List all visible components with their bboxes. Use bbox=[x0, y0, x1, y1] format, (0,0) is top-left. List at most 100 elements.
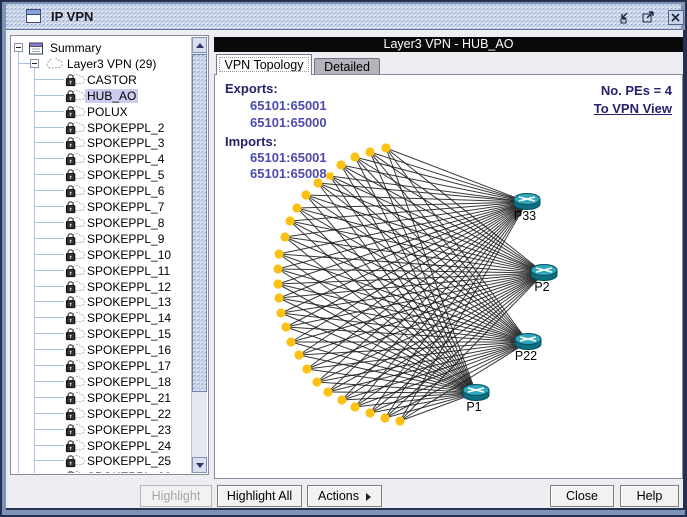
window-icon bbox=[26, 9, 41, 23]
site-node[interactable] bbox=[273, 264, 282, 273]
router-node-p22[interactable]: P22 bbox=[515, 334, 541, 364]
tree-item-spokeppl_10[interactable]: SPOKEPPL_10 bbox=[12, 247, 192, 263]
export-rt-1: 65101:65001 bbox=[250, 98, 327, 113]
tree-item-label: SPOKEPPL_16 bbox=[85, 343, 173, 357]
site-node[interactable] bbox=[336, 160, 345, 169]
tree-item-spokeppl_2[interactable]: SPOKEPPL_2 bbox=[12, 120, 192, 136]
router-label: P2 bbox=[534, 280, 549, 294]
scroll-down-button[interactable] bbox=[192, 457, 207, 473]
tree-item-spokeppl_22[interactable]: SPOKEPPL_22 bbox=[12, 406, 192, 422]
tree-item-layer3-vpn[interactable]: Layer3 VPN (29) bbox=[12, 56, 192, 72]
site-node[interactable] bbox=[380, 413, 389, 422]
tree-item-spokeppl_9[interactable]: SPOKEPPL_9 bbox=[12, 231, 192, 247]
site-node[interactable] bbox=[365, 147, 374, 156]
tree-item-label: SPOKEPPL_12 bbox=[85, 280, 173, 294]
vpn-tree[interactable]: Summary Layer3 VPN (29) CASTOR HUB_AO POL… bbox=[12, 37, 192, 473]
site-node[interactable] bbox=[294, 350, 303, 359]
tree-item-summary[interactable]: Summary bbox=[12, 40, 192, 56]
tree-item-hub_ao[interactable]: HUB_AO bbox=[12, 88, 192, 104]
actions-button[interactable]: Actions bbox=[307, 485, 382, 507]
site-node[interactable] bbox=[274, 249, 283, 258]
site-node[interactable] bbox=[281, 322, 290, 331]
tree-item-spokeppl_15[interactable]: SPOKEPPL_15 bbox=[12, 326, 192, 342]
site-node[interactable] bbox=[286, 337, 295, 346]
tree-item-spokeppl_25[interactable]: SPOKEPPL_25 bbox=[12, 453, 192, 469]
tree-item-spokeppl_5[interactable]: SPOKEPPL_5 bbox=[12, 167, 192, 183]
close-window-icon[interactable] bbox=[668, 10, 684, 25]
site-node[interactable] bbox=[381, 143, 390, 152]
tab-vpn-topology[interactable]: VPN Topology bbox=[216, 54, 312, 75]
site-node[interactable] bbox=[292, 203, 301, 212]
window-title: IP VPN bbox=[51, 9, 93, 24]
arrow-down-icon bbox=[196, 463, 204, 468]
site-node[interactable] bbox=[323, 387, 332, 396]
tree-item-label: SPOKEPPL_14 bbox=[85, 311, 173, 325]
tree-item-spokeppl_11[interactable]: SPOKEPPL_11 bbox=[12, 263, 192, 279]
site-node[interactable] bbox=[327, 173, 334, 180]
highlight-button[interactable]: Highlight bbox=[140, 485, 212, 507]
collapse-toggle[interactable] bbox=[30, 59, 39, 68]
site-node[interactable] bbox=[280, 232, 289, 241]
site-node[interactable] bbox=[274, 293, 283, 302]
collapse-toggle[interactable] bbox=[14, 43, 23, 52]
router-label: P22 bbox=[515, 349, 537, 363]
arrow-up-icon bbox=[196, 43, 204, 48]
titlebar[interactable]: IP VPN bbox=[6, 4, 681, 30]
scroll-up-button[interactable] bbox=[192, 37, 207, 53]
tree-item-castor[interactable]: CASTOR bbox=[12, 72, 192, 88]
tree-item-spokeppl_14[interactable]: SPOKEPPL_14 bbox=[12, 310, 192, 326]
tree-item-label: SPOKEPPL_18 bbox=[85, 375, 173, 389]
site-node[interactable] bbox=[285, 216, 294, 225]
router-label: P33 bbox=[514, 209, 536, 223]
help-button[interactable]: Help bbox=[620, 485, 679, 507]
tree-item-spokeppl_18[interactable]: SPOKEPPL_18 bbox=[12, 374, 192, 390]
maximize-button[interactable] bbox=[640, 10, 656, 25]
tree-item-spokeppl_16[interactable]: SPOKEPPL_16 bbox=[12, 342, 192, 358]
tree-item-spokeppl_6[interactable]: SPOKEPPL_6 bbox=[12, 183, 192, 199]
imports-label: Imports: bbox=[225, 134, 277, 149]
tree-item-spokeppl_24[interactable]: SPOKEPPL_24 bbox=[12, 438, 192, 454]
site-node[interactable] bbox=[337, 395, 346, 404]
tree-item-label: Summary bbox=[48, 41, 103, 55]
topology-canvas[interactable]: P33 P2 P22 P1 bbox=[215, 75, 682, 478]
tree-item-label: SPOKEPPL_11 bbox=[85, 264, 172, 278]
actions-label: Actions bbox=[318, 489, 359, 503]
tree-item-label: SPOKEPPL_26 bbox=[85, 470, 173, 473]
site-node[interactable] bbox=[350, 152, 359, 161]
tree-item-label: SPOKEPPL_5 bbox=[85, 168, 166, 182]
close-button[interactable]: Close bbox=[550, 485, 614, 507]
tree-item-spokeppl_7[interactable]: SPOKEPPL_7 bbox=[12, 199, 192, 215]
import-rt-1: 65101:65001 bbox=[250, 150, 327, 165]
site-node[interactable] bbox=[302, 364, 311, 373]
pe-count: No. PEs = 4 bbox=[601, 83, 672, 98]
tree-item-spokeppl_12[interactable]: SPOKEPPL_12 bbox=[12, 279, 192, 295]
site-node[interactable] bbox=[350, 402, 359, 411]
highlight-all-button[interactable]: Highlight All bbox=[217, 485, 302, 507]
to-vpn-view-link[interactable]: To VPN View bbox=[594, 101, 672, 116]
tree-item-spokeppl_3[interactable]: SPOKEPPL_3 bbox=[12, 135, 192, 151]
tree-item-spokeppl_13[interactable]: SPOKEPPL_13 bbox=[12, 294, 192, 310]
tree-item-spokeppl_8[interactable]: SPOKEPPL_8 bbox=[12, 215, 192, 231]
site-node[interactable] bbox=[312, 377, 321, 386]
tab-detailed[interactable]: Detailed bbox=[314, 58, 380, 75]
site-node[interactable] bbox=[276, 308, 285, 317]
tree-item-label: SPOKEPPL_2 bbox=[85, 121, 166, 135]
tree-item-spokeppl_21[interactable]: SPOKEPPL_21 bbox=[12, 390, 192, 406]
tree-scrollbar[interactable] bbox=[191, 37, 207, 473]
tree-item-spokeppl_26[interactable]: SPOKEPPL_26 bbox=[12, 469, 192, 473]
router-node-p2[interactable]: P2 bbox=[531, 265, 557, 295]
site-node[interactable] bbox=[395, 416, 404, 425]
import-rt-2: 65101:65008 bbox=[250, 166, 327, 181]
router-node-p1[interactable]: P1 bbox=[463, 385, 489, 415]
tree-item-spokeppl_17[interactable]: SPOKEPPL_17 bbox=[12, 358, 192, 374]
site-node[interactable] bbox=[301, 190, 310, 199]
tree-item-spokeppl_4[interactable]: SPOKEPPL_4 bbox=[12, 151, 192, 167]
tree-item-label: Layer3 VPN (29) bbox=[65, 57, 158, 71]
site-node[interactable] bbox=[365, 408, 374, 417]
tree-item-spokeppl_23[interactable]: SPOKEPPL_23 bbox=[12, 422, 192, 438]
tree-item-polux[interactable]: POLUX bbox=[12, 104, 192, 120]
minimize-button[interactable] bbox=[618, 10, 634, 25]
router-node-p33[interactable]: P33 bbox=[514, 194, 540, 224]
scrollbar-thumb[interactable] bbox=[192, 54, 207, 392]
site-node[interactable] bbox=[273, 279, 282, 288]
